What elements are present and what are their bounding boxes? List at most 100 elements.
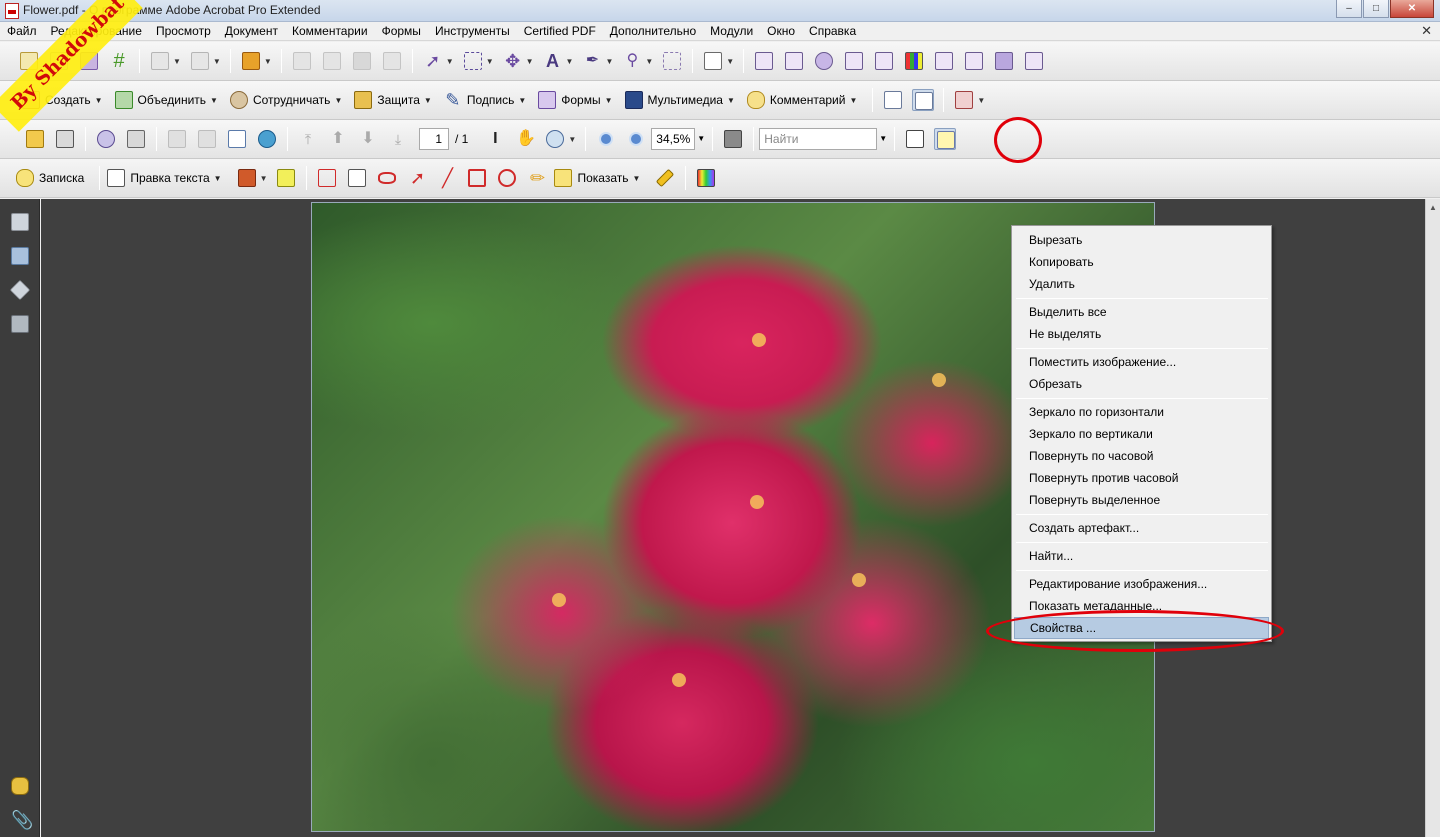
- select-arrow-icon[interactable]: ➚: [422, 50, 444, 72]
- layers-panel-icon[interactable]: [9, 279, 31, 301]
- measure-ruler-icon[interactable]: [654, 167, 676, 189]
- close-button[interactable]: ✕: [1390, 0, 1434, 18]
- layers-stack-icon[interactable]: [381, 50, 403, 72]
- collaborate-button[interactable]: Сотрудничать ▼: [228, 89, 342, 111]
- menu-item-deselect[interactable]: Не выделять: [1014, 323, 1269, 345]
- menu-item-rotate-selection[interactable]: Повернуть выделенное: [1014, 489, 1269, 511]
- full-screen-icon[interactable]: [912, 89, 935, 111]
- chevron-down-icon[interactable]: ▼: [645, 57, 653, 66]
- scan-icon[interactable]: [125, 128, 147, 150]
- callout-icon[interactable]: [316, 167, 338, 189]
- find-input[interactable]: Найти: [759, 128, 878, 150]
- find-dropdown-chevron-icon[interactable]: ▼: [877, 128, 889, 150]
- rotate-left-icon[interactable]: [149, 50, 171, 72]
- checkmark-icon[interactable]: [783, 50, 805, 72]
- forms-button[interactable]: Формы ▼: [536, 89, 613, 111]
- email-icon[interactable]: [226, 128, 248, 150]
- camera-icon[interactable]: [993, 50, 1015, 72]
- attachments-paperclip-icon[interactable]: 📎: [9, 809, 33, 831]
- bookmarks-panel-icon[interactable]: [9, 245, 31, 267]
- menu-item-select-all[interactable]: Выделить все: [1014, 301, 1269, 323]
- zoom-level-input[interactable]: 34,5%: [651, 128, 696, 150]
- menu-advanced[interactable]: Дополнительно: [610, 24, 696, 38]
- menu-item-create-artifact[interactable]: Создать артефакт...: [1014, 517, 1269, 539]
- crop-tool-icon[interactable]: [661, 50, 683, 72]
- comment-button[interactable]: Комментарий ▼: [745, 89, 857, 111]
- minimize-button[interactable]: –: [1336, 0, 1362, 18]
- menu-view[interactable]: Просмотр: [156, 24, 211, 38]
- menu-item-rotate-clockwise[interactable]: Повернуть по часовой: [1014, 445, 1269, 467]
- export-image-icon[interactable]: [953, 89, 975, 111]
- print-icon[interactable]: [54, 128, 76, 150]
- next-page-icon[interactable]: ⬇: [357, 128, 379, 150]
- menu-item-edit-image[interactable]: Редактирование изображения...: [1014, 573, 1269, 595]
- cloud-icon[interactable]: [376, 167, 398, 189]
- warning-triangle-icon[interactable]: [1023, 50, 1045, 72]
- menu-item-rotate-counterclockwise[interactable]: Повернуть против часовой: [1014, 467, 1269, 489]
- menu-certified-pdf[interactable]: Certified PDF: [524, 24, 596, 38]
- sign-button[interactable]: ✎ Подпись ▼: [442, 89, 526, 111]
- menu-forms[interactable]: Формы: [382, 24, 421, 38]
- secure-button[interactable]: Защита ▼: [352, 89, 432, 111]
- chevron-down-icon[interactable]: ▼: [213, 57, 221, 66]
- menu-item-show-metadata[interactable]: Показать метаданные...: [1014, 595, 1269, 617]
- menu-item-copy[interactable]: Копировать: [1014, 251, 1269, 273]
- signatures-panel-icon[interactable]: [9, 313, 31, 335]
- chevron-down-icon[interactable]: ▼: [173, 57, 181, 66]
- menu-item-delete[interactable]: Удалить: [1014, 273, 1269, 295]
- chevron-down-icon[interactable]: ▼: [605, 57, 613, 66]
- multimedia-button[interactable]: Мультимедиа ▼: [623, 89, 735, 111]
- menu-item-place-image[interactable]: Поместить изображение...: [1014, 351, 1269, 373]
- organizer-icon[interactable]: [95, 128, 117, 150]
- last-page-icon[interactable]: ⤓: [387, 128, 409, 150]
- chevron-down-icon[interactable]: ▼: [526, 57, 534, 66]
- document-close-icon[interactable]: ✕: [1421, 23, 1432, 39]
- chevron-down-icon[interactable]: ▼: [568, 135, 576, 144]
- menu-tools[interactable]: Инструменты: [435, 24, 510, 38]
- line-tool-icon[interactable]: ╱: [436, 167, 458, 189]
- pages-panel-icon[interactable]: [9, 211, 31, 233]
- show-comments-button[interactable]: Показать ▼: [552, 167, 640, 189]
- rectangle-tool-icon[interactable]: [466, 167, 488, 189]
- menu-help[interactable]: Справка: [809, 24, 856, 38]
- zoom-out-icon[interactable]: [595, 128, 617, 150]
- menu-item-properties[interactable]: Свойства ...: [1014, 617, 1269, 639]
- filter-icon[interactable]: [873, 50, 895, 72]
- menu-item-crop[interactable]: Обрезать: [1014, 373, 1269, 395]
- menu-item-flip-horizontal[interactable]: Зеркало по горизонтали: [1014, 401, 1269, 423]
- menu-item-find[interactable]: Найти...: [1014, 545, 1269, 567]
- text-select-cursor-icon[interactable]: I: [484, 128, 506, 150]
- combine-button[interactable]: Объединить ▼: [113, 89, 218, 111]
- zoom-magnifier-icon[interactable]: [544, 128, 566, 150]
- fit-width-icon[interactable]: [882, 89, 904, 111]
- first-page-icon[interactable]: ⤒: [297, 128, 319, 150]
- menu-item-cut[interactable]: Вырезать: [1014, 229, 1269, 251]
- text-tool-icon[interactable]: A: [542, 50, 564, 72]
- delete-object-icon[interactable]: [240, 50, 262, 72]
- preflight-magnifier-icon[interactable]: [753, 50, 775, 72]
- rotate-right-icon[interactable]: [189, 50, 211, 72]
- gear-icon[interactable]: [843, 50, 865, 72]
- envelope-icon[interactable]: [321, 50, 343, 72]
- hand-tool-icon[interactable]: ✋: [514, 128, 536, 150]
- stamp-icon[interactable]: [236, 167, 258, 189]
- save-as-disabled-icon[interactable]: [196, 128, 218, 150]
- globe-settings-icon[interactable]: [813, 50, 835, 72]
- pin-tool-icon[interactable]: ⚲: [621, 50, 643, 72]
- highlight-text-icon[interactable]: [275, 167, 297, 189]
- chevron-down-icon[interactable]: ▼: [264, 57, 272, 66]
- color-swatches-icon[interactable]: [695, 167, 717, 189]
- touchup-object-icon[interactable]: [934, 128, 957, 150]
- menu-item-flip-vertical[interactable]: Зеркало по вертикали: [1014, 423, 1269, 445]
- text-edits-button[interactable]: Правка текста ▼: [105, 167, 222, 189]
- snapshot-camera-icon[interactable]: [722, 128, 744, 150]
- sticky-note-button[interactable]: Записка: [14, 167, 84, 189]
- oval-tool-icon[interactable]: [496, 167, 518, 189]
- globe-share-icon[interactable]: [256, 128, 278, 150]
- move-object-icon[interactable]: ✥: [502, 50, 524, 72]
- chevron-down-icon[interactable]: ▼: [260, 174, 268, 183]
- save-disabled-icon[interactable]: [166, 128, 188, 150]
- vertical-scrollbar[interactable]: ▲: [1425, 199, 1440, 837]
- pencil-draw-icon[interactable]: ✏: [526, 167, 548, 189]
- pen-tool-icon[interactable]: ✒: [581, 50, 603, 72]
